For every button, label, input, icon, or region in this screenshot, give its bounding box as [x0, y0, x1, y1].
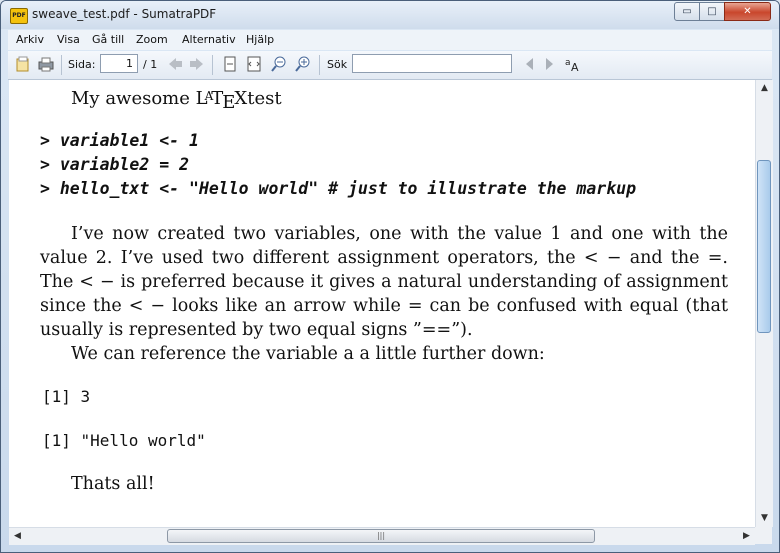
document-view[interactable]: My awesome LATEXtest > variable1 <- 1 > …	[9, 80, 755, 527]
menu-zoom[interactable]: Zoom	[136, 33, 168, 46]
code-output: [1] "Hello world"	[42, 431, 206, 450]
closing-line: Thats all!	[71, 474, 155, 494]
paragraph-explanation: I’ve now created two variables, one with…	[40, 224, 728, 340]
title-bar[interactable]: PDF sweave_test.pdf - SumatraPDF ▭ □ ✕	[1, 1, 779, 29]
match-case-icon[interactable]: aA	[564, 56, 580, 74]
menu-visa[interactable]: Visa	[57, 33, 80, 46]
page-label: Sida:	[68, 58, 96, 71]
code-line: > hello_txt <- "Hello world" # just to i…	[40, 179, 637, 198]
pdf-app-icon: PDF	[10, 8, 28, 24]
toolbar-separator	[61, 55, 62, 75]
scroll-down-icon[interactable]: ▼	[756, 510, 773, 527]
prev-page-icon[interactable]	[167, 56, 183, 72]
next-page-icon[interactable]	[189, 56, 205, 72]
latex-a: A	[204, 89, 214, 103]
menu-bar: Arkiv Visa Gå till Zoom Alternativ Hjälp	[8, 30, 772, 50]
print-icon[interactable]	[38, 56, 54, 72]
search-label: Sök	[327, 58, 348, 71]
horizontal-scroll-thumb[interactable]: |||	[167, 529, 595, 543]
vertical-scrollbar[interactable]: ▲ ▼	[755, 80, 773, 527]
page-total: / 1	[143, 58, 158, 71]
latex-logo: LATEX	[196, 88, 248, 113]
zoom-out-icon[interactable]	[271, 56, 287, 72]
latex-e: E	[222, 92, 236, 113]
toolbar-separator	[212, 55, 213, 75]
menu-hjalp[interactable]: Hjälp	[246, 33, 274, 46]
document-title: My awesome LATEXtest	[71, 88, 282, 113]
fit-width-icon[interactable]	[246, 56, 262, 72]
latex-x: X	[234, 88, 248, 109]
code-line: > variable1 <- 1	[40, 131, 199, 150]
zoom-in-icon[interactable]	[295, 56, 311, 72]
svg-text:A: A	[571, 61, 579, 72]
scroll-up-icon[interactable]: ▲	[756, 80, 773, 97]
code-line: > variable2 = 2	[40, 155, 190, 174]
open-icon[interactable]	[15, 56, 31, 72]
vertical-scroll-thumb[interactable]	[757, 160, 771, 333]
svg-text:a: a	[565, 58, 571, 68]
scroll-right-icon[interactable]: ▶	[738, 528, 755, 545]
menu-arkiv[interactable]: Arkiv	[16, 33, 44, 46]
menu-alternativ[interactable]: Alternativ	[182, 33, 236, 46]
paragraph-reference: We can reference the variable a a little…	[71, 344, 545, 364]
app-window: PDF sweave_test.pdf - SumatraPDF ▭ □ ✕ A…	[0, 0, 780, 553]
window-title: sweave_test.pdf - SumatraPDF	[32, 7, 217, 21]
fit-page-icon[interactable]	[222, 56, 238, 72]
find-next-icon[interactable]	[541, 56, 557, 72]
menu-ga-till[interactable]: Gå till	[92, 33, 124, 46]
title-suffix: test	[247, 88, 282, 109]
page-number-input[interactable]: 1	[100, 54, 138, 73]
scroll-left-icon[interactable]: ◀	[9, 528, 26, 545]
title-prefix: My awesome	[71, 88, 196, 109]
code-output: [1] 3	[42, 387, 91, 406]
scrollbar-corner	[755, 527, 772, 544]
minimize-button[interactable]: ▭	[674, 2, 700, 21]
find-prev-icon[interactable]	[522, 56, 538, 72]
horizontal-scrollbar[interactable]: ◀ ||| ▶	[9, 527, 755, 545]
toolbar-separator	[319, 55, 320, 75]
maximize-button[interactable]: □	[699, 2, 725, 21]
search-input[interactable]	[352, 54, 512, 73]
close-button[interactable]: ✕	[724, 2, 771, 21]
